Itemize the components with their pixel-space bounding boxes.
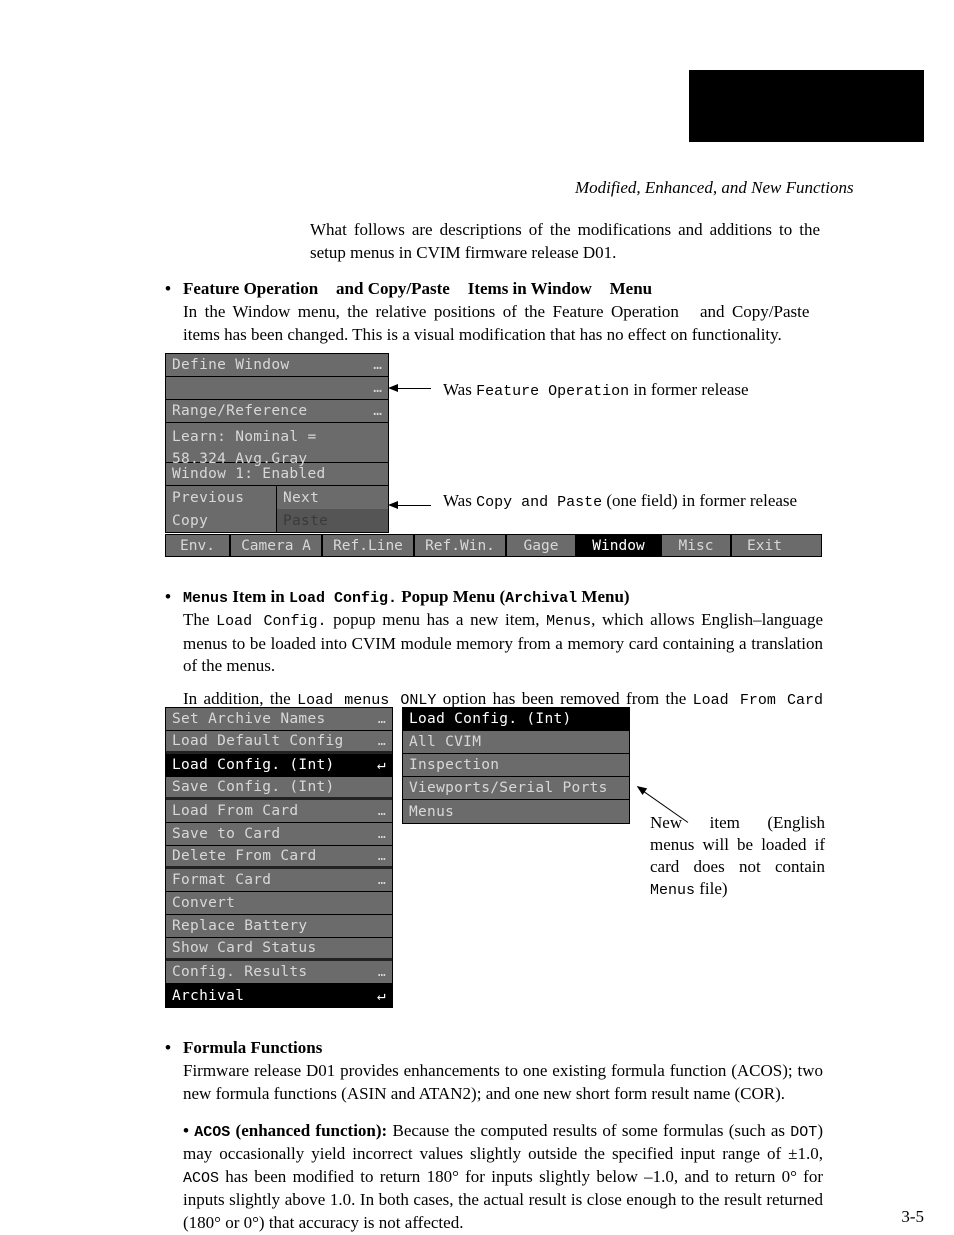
menu-item-convert[interactable]: Convert xyxy=(166,892,392,915)
bar-ref-line[interactable]: Ref.Line xyxy=(323,535,415,556)
menu-item-define-window[interactable]: Define Window… xyxy=(166,354,388,377)
menu-bar: Env. Camera A Ref.Line Ref.Win. Gage Win… xyxy=(165,534,822,557)
bullet-icon: • xyxy=(165,278,183,301)
section2-title: Menus Item in Load Config. Popup Menu (A… xyxy=(183,587,630,606)
section1-body: In the Window menu, the relative positio… xyxy=(183,301,823,347)
intro-paragraph: What follows are descriptions of the mod… xyxy=(310,219,820,265)
menu-item-format-card[interactable]: Format Card xyxy=(166,869,392,892)
popup-item-menus[interactable]: Menus xyxy=(403,800,629,823)
annotation-feature-operation: Was Feature Operation in former release xyxy=(443,379,823,402)
menu-item-paste[interactable]: Paste xyxy=(277,509,388,532)
popup-title: Load Config. (Int) xyxy=(403,708,629,731)
para3-b: • ACOS (enhanced function): Because the … xyxy=(183,1120,823,1235)
menu-item-archival[interactable]: Archival xyxy=(166,984,392,1007)
section2-body-a: The Load Config. popup menu has a new it… xyxy=(183,609,823,678)
menu-item-show-card-status[interactable]: Show Card Status xyxy=(166,938,392,961)
bar-camera-a[interactable]: Camera A xyxy=(231,535,323,556)
section1-heading: • Feature Operation and Copy/Paste Ite… xyxy=(165,278,823,301)
menu-item-copy[interactable]: Copy xyxy=(166,509,277,532)
menu-copy-paste-row: Copy Paste xyxy=(166,509,388,532)
menu-prev-next-row: Previous Next xyxy=(166,486,388,509)
arrow-icon xyxy=(396,388,431,389)
menu-item-feature-operation-blank[interactable]: … xyxy=(166,377,388,400)
popup-item-all-cvim[interactable]: All CVIM xyxy=(403,731,629,754)
menu-item-learn[interactable]: Learn: Nominal = 58.324 Avg.Gray xyxy=(166,423,388,463)
bar-window[interactable]: Window xyxy=(577,535,662,556)
arrow-icon xyxy=(396,505,431,506)
menu-item-previous[interactable]: Previous xyxy=(166,486,277,509)
section3-title: Formula Functions xyxy=(183,1038,322,1057)
popup-item-viewports[interactable]: Viewports/Serial Ports xyxy=(403,777,629,800)
section3-heading: • Formula Functions xyxy=(165,1037,823,1060)
annotation-new-item: New item (English menus will be loaded i… xyxy=(650,812,825,901)
bar-misc[interactable]: Misc xyxy=(662,535,732,556)
bar-ref-win[interactable]: Ref.Win. xyxy=(415,535,507,556)
menu-item-config-results[interactable]: Config. Results xyxy=(166,961,392,984)
archival-menu-figure: Set Archive Names Load Default Config Lo… xyxy=(165,707,635,1008)
bar-env[interactable]: Env. xyxy=(166,535,231,556)
menu-item-next[interactable]: Next xyxy=(277,486,388,509)
para3-a: Firmware release D01 provides enhancemen… xyxy=(183,1060,823,1106)
chapter-block xyxy=(689,70,924,142)
bullet-icon: • xyxy=(165,1037,183,1060)
page-number: 3-5 xyxy=(901,1206,924,1229)
menu-item-load-config-int[interactable]: Load Config. (Int) xyxy=(166,754,392,777)
popup-item-inspection[interactable]: Inspection xyxy=(403,754,629,777)
menu-item-save-config-int[interactable]: Save Config. (Int) xyxy=(166,777,392,800)
menu-item-set-archive[interactable]: Set Archive Names xyxy=(166,708,392,731)
bullet-icon: • xyxy=(165,586,183,609)
menu-item-range-reference[interactable]: Range/Reference… xyxy=(166,400,388,423)
menu-item-replace-battery[interactable]: Replace Battery xyxy=(166,915,392,938)
annotation-copy-paste: Was Copy and Paste (one field) in former… xyxy=(443,490,823,513)
bar-exit[interactable]: Exit xyxy=(732,535,797,556)
menu-item-load-from-card[interactable]: Load From Card xyxy=(166,800,392,823)
section1-title: Feature Operation and Copy/Paste Items… xyxy=(183,279,652,298)
menu-item-window-enabled[interactable]: Window 1: Enabled xyxy=(166,463,388,486)
load-config-popup: Load Config. (Int) All CVIM Inspection V… xyxy=(402,707,630,824)
section2-heading: • Menus Item in Load Config. Popup Menu … xyxy=(165,586,823,609)
menu-item-delete-from-card[interactable]: Delete From Card xyxy=(166,846,392,869)
menu-item-load-default[interactable]: Load Default Config xyxy=(166,731,392,754)
page-title: Modified, Enhanced, and New Functions xyxy=(575,178,854,198)
menu-item-save-to-card[interactable]: Save to Card xyxy=(166,823,392,846)
bar-gage[interactable]: Gage xyxy=(507,535,577,556)
